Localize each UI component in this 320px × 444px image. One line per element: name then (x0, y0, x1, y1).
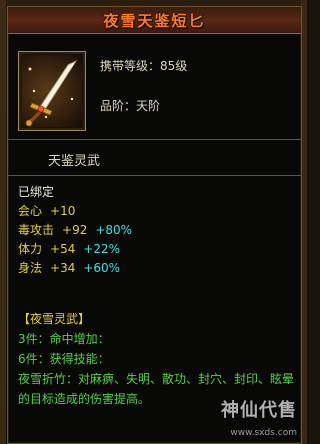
stat-value: +10 (50, 204, 76, 218)
bound-status: 已绑定 (18, 185, 55, 199)
watermark-logo: 神仙代售 www.sxds.com (191, 400, 301, 440)
carry-level-label: 携带等级： (100, 59, 161, 73)
stat-label: 体力 (18, 242, 43, 256)
stat-bonus: +60% (83, 261, 121, 275)
stat-row-crit: 会心 +10 (18, 202, 298, 221)
set-bonus-block: 【夜雪灵武】 3件：命中增加： 6件：获得技能： 夜雪折竹：对麻痹、失明、散功、… (18, 309, 300, 409)
item-name: 夜雪天鉴短匕 (103, 12, 206, 30)
stat-value: +54 (50, 242, 76, 256)
item-grade: 品阶：天阶 (100, 97, 160, 114)
stat-value: +34 (50, 261, 76, 275)
stat-row-agility: 身法 +34 +60% (18, 259, 298, 278)
watermark-text: 神仙代售 (221, 400, 297, 421)
stat-label: 身法 (18, 261, 43, 275)
grade-label: 品阶： (100, 99, 137, 113)
watermark-url: www.sxds.com (230, 428, 297, 438)
carry-level: 携带等级：85级 (100, 57, 187, 74)
set-piece-6: 6件：获得技能： (18, 352, 110, 366)
item-tooltip-panel: 夜雪天鉴短匕 携带等级：85级 品阶：天阶 天鉴灵武 已绑定 会心 +10 毒攻… (7, 6, 302, 444)
tooltip-title-bar: 夜雪天鉴短匕 (8, 7, 301, 34)
stat-bonus: +80% (95, 223, 133, 237)
stat-bonus: +22% (83, 242, 121, 256)
grade-value: 天阶 (136, 99, 161, 113)
section-header: 天鉴灵武 (8, 147, 301, 171)
stat-label: 会心 (18, 204, 43, 218)
item-icon-frame[interactable] (18, 51, 86, 131)
dagger-icon (22, 55, 82, 127)
stat-label: 毒攻击 (18, 223, 55, 237)
stats-block: 已绑定 会心 +10 毒攻击 +92 +80% 体力 +54 +22% 身法 +34 +60% (18, 183, 298, 278)
section-header-text: 天鉴灵武 (48, 154, 101, 169)
stat-row-poison-attack: 毒攻击 +92 +80% (18, 221, 298, 240)
divider (8, 139, 301, 140)
carry-level-value: 85级 (160, 59, 188, 73)
divider (8, 175, 301, 176)
stat-value: +92 (62, 223, 88, 237)
set-title: 【夜雪灵武】 (18, 312, 91, 326)
set-piece-3: 3件：命中增加： (18, 332, 110, 346)
stat-row-stamina: 体力 +54 +22% (18, 240, 298, 259)
